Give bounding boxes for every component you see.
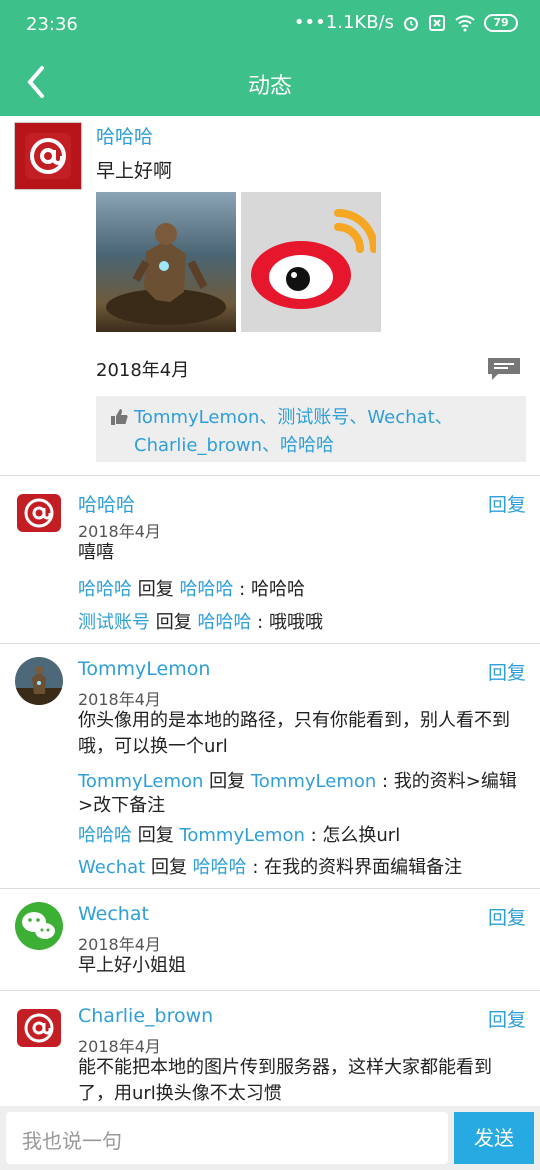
sub-reply-verb: 回复 bbox=[132, 579, 180, 600]
sub-reply-text: : 怎么换url bbox=[304, 825, 401, 846]
comment-body: 嘻嘻 bbox=[78, 542, 114, 563]
commenter-name[interactable]: Charlie_brown bbox=[78, 1005, 213, 1027]
thumbs-up-icon bbox=[111, 409, 128, 425]
post-image-weibo[interactable] bbox=[241, 192, 381, 332]
comment-body: 能不能把本地的图片传到服务器，这样大家都能看到了，用url换头像不太习惯 bbox=[78, 1057, 492, 1104]
commenter-name[interactable]: TommyLemon bbox=[78, 658, 210, 680]
comment-input-bar: 我也说一句 发送 bbox=[0, 1106, 540, 1170]
reply-button[interactable]: 回复 bbox=[488, 1005, 526, 1032]
moment-content[interactable]: 哈哈哈 早上好啊 2018年4月 TommyLemon、测试账号、Wechat、… bbox=[0, 116, 540, 1106]
author-name[interactable]: 哈哈哈 bbox=[96, 122, 153, 149]
reply-button[interactable]: 回复 bbox=[488, 903, 526, 930]
sub-reply-verb: 回复 bbox=[203, 771, 251, 792]
sub-reply[interactable]: 测试账号 回复 哈哈哈 : 哦哦哦 bbox=[78, 611, 526, 635]
sub-reply-to[interactable]: TommyLemon bbox=[251, 771, 376, 792]
commenter-name[interactable]: Wechat bbox=[78, 903, 149, 925]
moment-post: 哈哈哈 早上好啊 2018年4月 TommyLemon、测试账号、Wechat、… bbox=[0, 116, 540, 476]
alarm-icon bbox=[404, 16, 418, 31]
wechat-avatar-icon[interactable] bbox=[14, 901, 64, 951]
no-sim-icon bbox=[429, 14, 445, 31]
ironman-avatar-icon[interactable] bbox=[14, 656, 64, 706]
sub-reply[interactable]: TommyLemon 回复 TommyLemon : 我的资料>编辑>改下备注 bbox=[78, 770, 526, 818]
battery-icon: 79 bbox=[484, 13, 518, 32]
ironman-figure-icon bbox=[106, 223, 226, 325]
weibo-logo-icon bbox=[251, 209, 376, 309]
comment-input[interactable]: 我也说一句 bbox=[6, 1112, 448, 1164]
sub-reply-verb: 回复 bbox=[145, 857, 193, 878]
sub-reply-text: : 在我的资料界面编辑备注 bbox=[246, 857, 463, 878]
sub-reply-from[interactable]: 哈哈哈 bbox=[78, 825, 132, 846]
comment-item: Wechat 回复 2018年4月 早上好小姐姐 bbox=[0, 889, 540, 991]
comment-item: Charlie_brown 回复 2018年4月 能不能把本地的图片传到服务器，… bbox=[0, 991, 540, 1106]
status-icons: •••1.1KB/s 79 bbox=[294, 12, 518, 33]
author-avatar[interactable] bbox=[14, 122, 82, 190]
sub-reply-verb: 回复 bbox=[150, 612, 198, 633]
at-sign-avatar-icon[interactable] bbox=[14, 488, 64, 538]
sub-reply-from[interactable]: 哈哈哈 bbox=[78, 579, 132, 600]
comment-date: 2018年4月 bbox=[78, 1037, 161, 1056]
comment-date: 2018年4月 bbox=[78, 690, 161, 709]
sub-reply-from[interactable]: Wechat bbox=[78, 857, 145, 878]
sub-reply[interactable]: 哈哈哈 回复 哈哈哈 : 哈哈哈 bbox=[78, 578, 526, 602]
likes-names: TommyLemon、测试账号、Wechat、Charlie_brown、哈哈哈 bbox=[134, 407, 453, 456]
comment-date: 2018年4月 bbox=[78, 522, 161, 541]
at-sign-avatar-icon[interactable] bbox=[14, 1003, 64, 1053]
comment-body: 你头像用的是本地的路径，只有你能看到，别人看不到哦，可以换一个url bbox=[78, 710, 510, 757]
sub-reply-to[interactable]: 哈哈哈 bbox=[179, 579, 233, 600]
sub-reply-text: : 哈哈哈 bbox=[233, 579, 305, 600]
status-time: 23:36 bbox=[26, 14, 78, 35]
app-header: 23:36 •••1.1KB/s 79 动态 bbox=[0, 0, 540, 116]
post-date: 2018年4月 bbox=[96, 360, 190, 381]
sub-reply-from[interactable]: 测试账号 bbox=[78, 612, 150, 633]
nav-bar: 动态 bbox=[0, 48, 540, 116]
network-speed: •••1.1KB/s bbox=[293, 12, 394, 33]
reply-button[interactable]: 回复 bbox=[488, 658, 526, 685]
post-text: 早上好啊 bbox=[96, 160, 173, 182]
sub-reply[interactable]: Wechat 回复 哈哈哈 : 在我的资料界面编辑备注 bbox=[78, 856, 526, 880]
sub-reply-text: : 哦哦哦 bbox=[251, 612, 323, 633]
wifi-icon bbox=[455, 14, 475, 31]
sub-reply-to[interactable]: 哈哈哈 bbox=[193, 857, 247, 878]
comment-icon[interactable] bbox=[486, 356, 522, 382]
status-bar: 23:36 •••1.1KB/s 79 bbox=[0, 0, 540, 48]
likes-list[interactable]: TommyLemon、测试账号、Wechat、Charlie_brown、哈哈哈 bbox=[96, 396, 526, 462]
moment-detail-screen: 23:36 •••1.1KB/s 79 动态 哈哈哈 早上好啊 2018年4月 … bbox=[0, 0, 540, 1170]
sub-reply-to[interactable]: TommyLemon bbox=[179, 825, 304, 846]
reply-button[interactable]: 回复 bbox=[488, 490, 526, 517]
sub-reply[interactable]: 哈哈哈 回复 TommyLemon : 怎么换url bbox=[78, 824, 526, 848]
send-button[interactable]: 发送 bbox=[454, 1112, 534, 1164]
comment-body: 早上好小姐姐 bbox=[78, 955, 186, 976]
sub-reply-from[interactable]: TommyLemon bbox=[78, 771, 203, 792]
commenter-name[interactable]: 哈哈哈 bbox=[78, 490, 135, 517]
comment-item: 哈哈哈 回复 2018年4月 嘻嘻 哈哈哈 回复 哈哈哈 : 哈哈哈 测试账号 … bbox=[0, 476, 540, 644]
sub-reply-verb: 回复 bbox=[132, 825, 180, 846]
comment-item: TommyLemon 回复 2018年4月 你头像用的是本地的路径，只有你能看到… bbox=[0, 644, 540, 889]
page-title: 动态 bbox=[247, 74, 292, 99]
sub-reply-to[interactable]: 哈哈哈 bbox=[197, 612, 251, 633]
post-image-ironman[interactable] bbox=[96, 192, 236, 332]
at-sign-logo-icon bbox=[25, 133, 71, 179]
comment-date: 2018年4月 bbox=[78, 935, 161, 954]
